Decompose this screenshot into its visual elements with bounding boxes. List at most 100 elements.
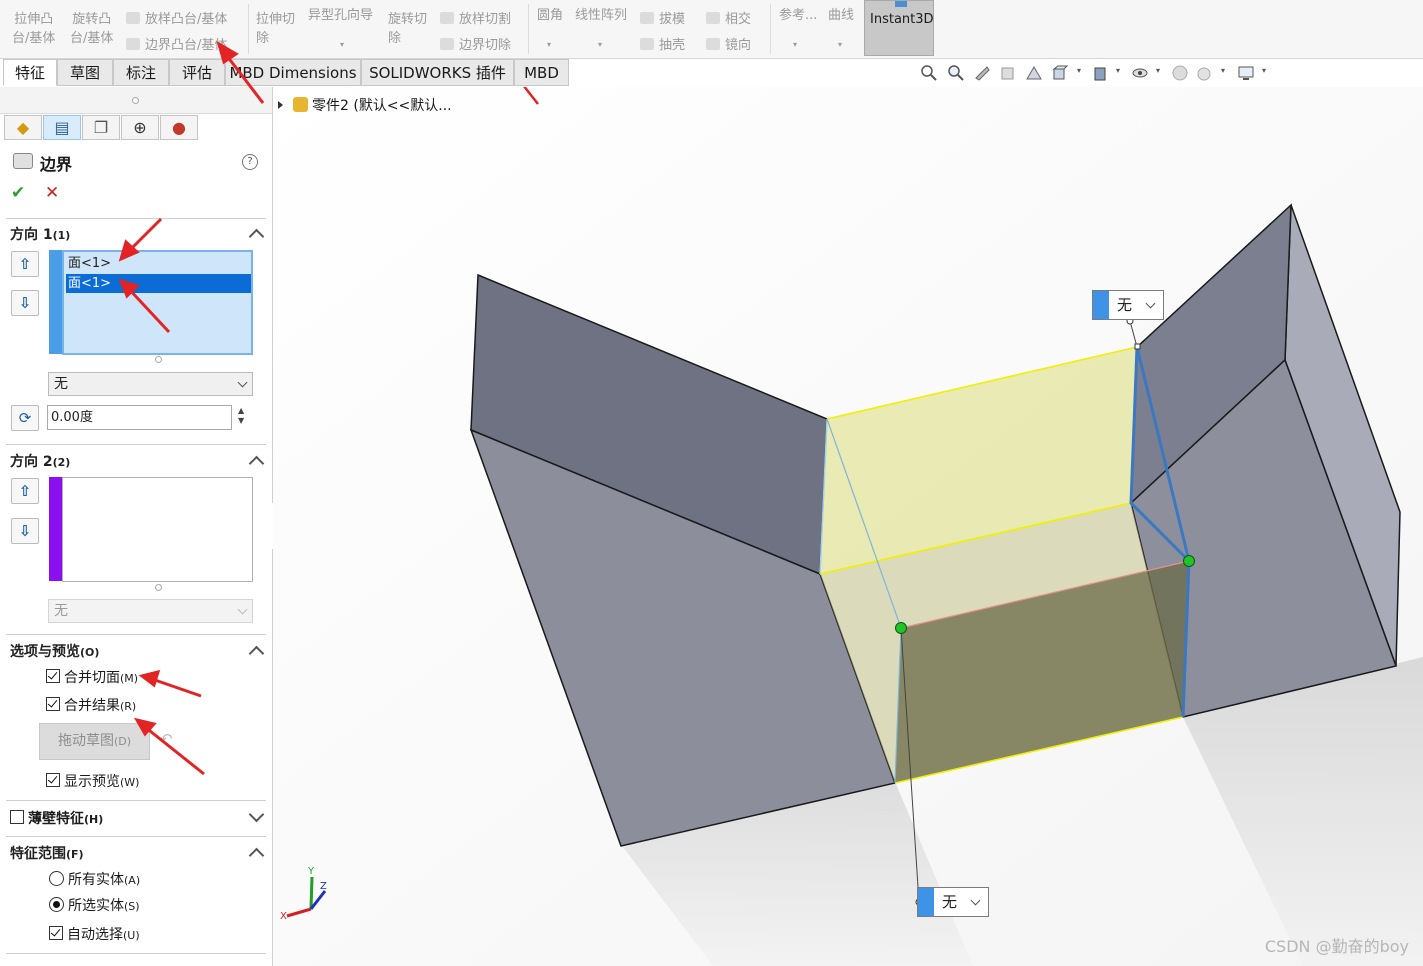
loft-boss-button[interactable]: 放样凸台/基体 bbox=[126, 8, 227, 27]
linear-pattern-button[interactable]: 线性阵列 bbox=[575, 4, 627, 23]
view-orientation-dropdown[interactable]: ▾ bbox=[1077, 66, 1081, 75]
edit-appearance-icon[interactable] bbox=[1171, 64, 1189, 82]
tab-evaluate[interactable]: 评估 bbox=[169, 59, 225, 86]
fillet-dropdown[interactable]: ▾ bbox=[547, 40, 551, 49]
revolve-boss-button[interactable]: 旋转凸 台/基体 bbox=[70, 10, 113, 48]
move-up-button[interactable]: ⇧ bbox=[11, 478, 39, 504]
feature-scope-header[interactable]: 特征范围(F) bbox=[10, 843, 84, 863]
tab-features[interactable]: 特征 bbox=[3, 59, 57, 86]
connector-handle[interactable] bbox=[1183, 555, 1195, 567]
cancel-button[interactable]: ✕ bbox=[45, 183, 59, 203]
reference-geometry-button[interactable]: 参考... bbox=[779, 4, 817, 23]
zoom-to-area-icon[interactable] bbox=[947, 64, 965, 82]
feature-tree-flyout[interactable]: 零件2 (默认<<默认... bbox=[278, 95, 452, 115]
display-style-icon[interactable] bbox=[1092, 64, 1110, 82]
curves-dropdown[interactable]: ▾ bbox=[838, 40, 842, 49]
hide-show-dropdown[interactable]: ▾ bbox=[1156, 66, 1160, 75]
triad-x-label: X bbox=[280, 911, 287, 922]
configuration-manager-tab[interactable]: ❐ bbox=[82, 115, 120, 140]
fillet-button[interactable]: 圆角 bbox=[537, 4, 563, 23]
display-style-dropdown[interactable]: ▾ bbox=[1116, 66, 1120, 75]
direction1-curves-list[interactable]: 面<1> 面<1> bbox=[62, 250, 253, 355]
view-orientation-icon[interactable] bbox=[1051, 64, 1069, 82]
move-up-button[interactable]: ⇧ bbox=[11, 251, 39, 277]
view-settings-dropdown[interactable]: ▾ bbox=[1262, 66, 1266, 75]
tab-sketch[interactable]: 草图 bbox=[57, 59, 113, 86]
ok-button[interactable]: ✔ bbox=[11, 183, 25, 203]
merge-result-checkbox[interactable]: 合并结果(R) bbox=[46, 695, 136, 715]
feature-manager-tab[interactable]: ◆ bbox=[4, 115, 42, 140]
direction2-count: (2) bbox=[52, 456, 71, 469]
loft-cut-button[interactable]: 放样切割 bbox=[440, 8, 511, 27]
zoom-to-fit-icon[interactable] bbox=[920, 64, 938, 82]
watermark: CSDN @勤奋的boy bbox=[1264, 937, 1409, 956]
help-icon[interactable]: ? bbox=[242, 154, 258, 170]
merge-tangent-hotkey: (M) bbox=[120, 672, 139, 685]
display-manager-tab[interactable]: ● bbox=[160, 115, 198, 140]
tab-markup[interactable]: 标注 bbox=[113, 59, 169, 86]
list-item-selected[interactable]: 面<1> bbox=[66, 274, 251, 293]
draft-angle-input[interactable]: 0.00度 bbox=[47, 405, 232, 430]
shell-label: 抽壳 bbox=[659, 38, 686, 53]
intersect-button[interactable]: 相交 bbox=[706, 8, 751, 27]
collapse-chevron-icon[interactable] bbox=[248, 455, 265, 472]
graphics-area[interactable]: X Y Z 零件2 (默认<<默认... 无 无 CSDN @勤奋的boy bbox=[273, 87, 1423, 966]
direction1-header[interactable]: 方向 1(1) bbox=[10, 224, 70, 244]
dynamic-annotation-icon[interactable] bbox=[1025, 64, 1043, 82]
view-settings-icon[interactable] bbox=[1237, 64, 1255, 82]
tab-solidworks-addins[interactable]: SOLIDWORKS 插件 bbox=[361, 59, 514, 86]
property-manager-tab[interactable]: ▤ bbox=[43, 115, 81, 140]
tangency-callout-top[interactable]: 无 bbox=[1092, 290, 1164, 320]
panel-resize-grip[interactable] bbox=[132, 97, 139, 104]
show-preview-checkbox[interactable]: 显示预览(W) bbox=[46, 771, 139, 791]
tangency-callout-bottom[interactable]: 无 bbox=[917, 887, 989, 917]
section-view-icon[interactable] bbox=[999, 64, 1017, 82]
previous-view-icon[interactable] bbox=[973, 64, 991, 82]
instant3d-button[interactable]: Instant3D bbox=[864, 0, 934, 56]
connector-handle[interactable] bbox=[895, 622, 907, 634]
selected-bodies-radio[interactable]: 所选实体(S) bbox=[49, 895, 140, 915]
direction2-curves-list[interactable] bbox=[62, 477, 253, 582]
collapse-chevron-icon[interactable] bbox=[248, 228, 265, 245]
section-divider bbox=[6, 444, 266, 445]
apply-scene-icon[interactable] bbox=[1195, 64, 1213, 82]
list-resize-grip[interactable] bbox=[155, 584, 162, 591]
collapse-chevron-icon[interactable] bbox=[248, 645, 265, 662]
tab-mbd[interactable]: MBD bbox=[514, 59, 569, 86]
merge-tangent-checkbox[interactable]: 合并切面(M) bbox=[46, 667, 138, 687]
shell-button[interactable]: 抽壳 bbox=[640, 34, 685, 53]
direction1-tangency-select[interactable]: 无 bbox=[48, 372, 253, 396]
hole-wizard-button[interactable]: 异型孔向导 bbox=[308, 4, 373, 23]
revolve-cut-button[interactable]: 旋转切 除 bbox=[388, 10, 427, 48]
thin-feature-checkbox[interactable]: 薄壁特征(H) bbox=[10, 808, 103, 828]
options-header[interactable]: 选项与预览(O) bbox=[10, 641, 99, 661]
mirror-button[interactable]: 镜向 bbox=[706, 34, 751, 53]
hide-show-items-icon[interactable] bbox=[1131, 64, 1149, 82]
draft-button[interactable]: 拔模 bbox=[640, 8, 685, 27]
dimxpert-manager-tab[interactable]: ⊕ bbox=[121, 115, 159, 140]
auto-select-checkbox[interactable]: 自动选择(U) bbox=[49, 924, 140, 944]
expand-arrow-icon[interactable] bbox=[278, 101, 283, 109]
tab-mbd-dimensions[interactable]: MBD Dimensions bbox=[225, 59, 361, 86]
extrude-cut-button[interactable]: 拉伸切 除 bbox=[256, 10, 295, 48]
angle-spinner[interactable]: ▲ ▼ bbox=[238, 406, 244, 426]
move-down-button[interactable]: ⇩ bbox=[11, 518, 39, 544]
move-down-button[interactable]: ⇩ bbox=[11, 290, 39, 316]
list-resize-grip[interactable] bbox=[155, 356, 162, 363]
curves-button[interactable]: 曲线 bbox=[828, 4, 854, 23]
reverse-direction-button[interactable]: ⟳ bbox=[11, 405, 39, 431]
model-viewport: X Y Z bbox=[273, 87, 1423, 966]
pattern-dropdown[interactable]: ▾ bbox=[598, 40, 602, 49]
hole-wizard-dropdown[interactable]: ▾ bbox=[340, 40, 344, 49]
list-item[interactable]: 面<1> bbox=[66, 254, 251, 273]
feature-scope-title: 特征范围 bbox=[10, 846, 66, 862]
all-bodies-radio[interactable]: 所有实体(A) bbox=[49, 869, 140, 889]
boundary-boss-button[interactable]: 边界凸台/基体 bbox=[126, 34, 227, 53]
direction2-header[interactable]: 方向 2(2) bbox=[10, 451, 70, 471]
collapse-chevron-icon[interactable] bbox=[248, 847, 265, 864]
reference-dropdown[interactable]: ▾ bbox=[793, 40, 797, 49]
boundary-cut-button[interactable]: 边界切除 bbox=[440, 34, 511, 53]
scene-dropdown[interactable]: ▾ bbox=[1221, 66, 1225, 75]
expand-chevron-icon[interactable] bbox=[248, 806, 265, 823]
extrude-boss-button[interactable]: 拉伸凸 台/基体 bbox=[12, 10, 55, 48]
